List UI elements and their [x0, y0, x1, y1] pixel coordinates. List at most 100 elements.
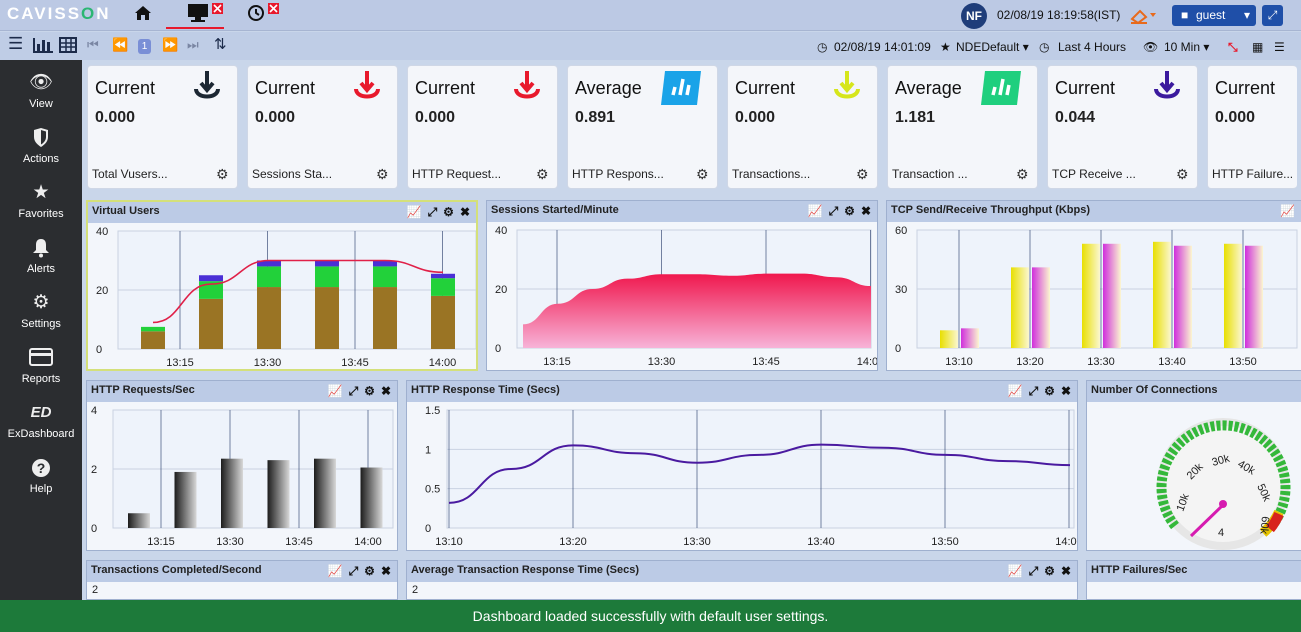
gear-icon[interactable]: ⚙ — [1044, 384, 1055, 398]
table-icon[interactable] — [59, 37, 77, 56]
kpi-card-sessions[interactable]: Current 0.000 Sessions Sta... ⚙ — [247, 65, 398, 189]
list-icon[interactable]: ☰ — [1274, 40, 1285, 54]
next-page-icon[interactable]: ⏩ — [162, 37, 178, 53]
panel-http-failures[interactable]: HTTP Failures/Sec — [1086, 560, 1301, 600]
gear-icon[interactable]: ⚙ — [1016, 166, 1029, 183]
gear-icon[interactable]: ⚙ — [364, 384, 375, 398]
panel-transactions-completed[interactable]: Transactions Completed/Second 📈 ⤢ ⚙ ✖ 2 — [86, 560, 398, 600]
bar-chart-icon[interactable] — [32, 37, 54, 56]
x-tick-label: 13:15 — [166, 357, 194, 369]
kpi-card-tcp-receive[interactable]: Current 0.044 TCP Receive ... ⚙ — [1047, 65, 1198, 189]
kpi-card-http-requests[interactable]: Current 0.000 HTTP Request... ⚙ — [407, 65, 558, 189]
user-menu-button[interactable]: ■ guest ▾ — [1172, 5, 1256, 26]
expand-icon[interactable]: ⤢ — [829, 204, 839, 218]
bar — [257, 287, 281, 349]
gear-icon[interactable]: ⚙ — [856, 166, 869, 183]
panel-tcp-throughput[interactable]: TCP Send/Receive Throughput (Kbps) 📈 0 30… — [886, 200, 1301, 371]
close-icon[interactable]: ✖ — [1061, 564, 1071, 578]
gear-icon[interactable]: ⚙ — [536, 166, 549, 183]
collapse-icon[interactable]: ⤡ — [1228, 40, 1238, 55]
interval-value: 10 Min — [1164, 40, 1201, 54]
panel-sessions-started[interactable]: Sessions Started/Minute 📈 ⤢ ⚙ ✖ 0 20 40 13:15 1… — [486, 200, 884, 371]
sort-icon[interactable]: ⇅ — [214, 35, 227, 53]
trend-icon[interactable]: 📈 — [808, 204, 823, 218]
trend-icon[interactable]: 📈 — [1008, 384, 1023, 398]
bar — [199, 275, 223, 282]
kpi-card-http-failures[interactable]: Current 0.000 HTTP Failure... — [1207, 65, 1297, 189]
bar — [431, 273, 455, 279]
last-page-icon[interactable]: ⏭ — [187, 37, 199, 53]
sidebar-item-help[interactable]: ? Help — [0, 445, 82, 500]
sidebar-item-settings[interactable]: ⚙ Settings — [0, 280, 82, 335]
panel-virtual-users[interactable]: Virtual Users 📈 ⤢ ⚙ ✖ 0 20 40 13:15 13:30 13:45 1… — [86, 200, 478, 371]
interval-select[interactable]: 10 Min ▾ — [1164, 40, 1209, 54]
y-tick-label: 0 — [425, 523, 431, 535]
kpi-card-transaction-response[interactable]: Average 1.181 Transaction ... ⚙ — [887, 65, 1038, 189]
expand-icon[interactable]: ⤢ — [349, 384, 359, 398]
kpi-card-transactions[interactable]: Current 0.000 Transactions... ⚙ — [727, 65, 878, 189]
expand-icon[interactable]: ⤢ — [349, 564, 359, 578]
history-tab[interactable] — [247, 2, 281, 29]
sidebar-item-actions[interactable]: Actions — [0, 115, 82, 170]
y-tick-label: 2 — [412, 584, 419, 596]
first-page-icon[interactable]: ⏮ — [87, 37, 99, 53]
theme-bucket-icon[interactable] — [1128, 5, 1158, 30]
bar — [141, 326, 165, 332]
gauge-value: 4 — [1218, 527, 1224, 539]
panel-http-requests[interactable]: HTTP Requests/Sec 📈 ⤢ ⚙ ✖ 0 2 4 13:15 13:30 13:4… — [86, 380, 398, 551]
gear-icon[interactable]: ⚙ — [1176, 166, 1189, 183]
kpi-card-total-vusers[interactable]: Current 0.000 Total Vusers... ⚙ — [87, 65, 238, 189]
chart-virtual-users: 0 20 40 13:15 13:30 13:45 14:00 — [88, 223, 477, 374]
chart-http-response: 0 0.5 1 1.5 13:10 13:20 13:30 13:40 13:50 14:00 — [407, 402, 1083, 555]
sidebar-item-favorites[interactable]: ★ Favorites — [0, 170, 82, 225]
ed-icon: ED — [30, 404, 52, 421]
panel-avg-transaction-response[interactable]: Average Transaction Response Time (Secs)… — [406, 560, 1078, 600]
profile-select[interactable]: NDEDefault ▾ — [956, 40, 1029, 54]
y-tick-label: 0 — [91, 523, 97, 535]
home-icon[interactable] — [133, 3, 153, 28]
kpi-card-http-response[interactable]: Average 0.891 HTTP Respons... ⚙ — [567, 65, 718, 189]
card-value: 0.000 — [415, 109, 456, 126]
panel-title: Average Transaction Response Time (Secs) — [411, 564, 640, 576]
close-icon[interactable]: ✖ — [381, 384, 391, 398]
trend-icon[interactable]: 📈 — [1280, 204, 1295, 218]
panel-header: HTTP Response Time (Secs) 📈 ⤢ ⚙ ✖ — [407, 381, 1077, 402]
sidebar-item-alerts[interactable]: Alerts — [0, 225, 82, 280]
bar — [961, 328, 979, 348]
expand-icon[interactable]: ⤢ — [428, 205, 438, 219]
gear-icon[interactable]: ⚙ — [443, 205, 454, 219]
sidebar-item-view[interactable]: 👁 View — [0, 60, 82, 115]
gear-icon[interactable]: ⚙ — [216, 166, 229, 183]
time-range[interactable]: Last 4 Hours — [1058, 40, 1126, 54]
trend-icon[interactable]: 📈 — [1008, 564, 1023, 578]
gear-icon[interactable]: ⚙ — [364, 564, 375, 578]
sidebar-item-exdashboard[interactable]: ED ExDashboard — [0, 390, 82, 445]
panel-connections[interactable]: Number Of Connections 10k 20k 30k 40k 50… — [1086, 380, 1301, 551]
close-icon[interactable]: ✖ — [1061, 384, 1071, 398]
trend-icon[interactable]: 📈 — [328, 564, 343, 578]
expand-icon[interactable]: ⤢ — [1029, 384, 1039, 398]
panel-title: TCP Send/Receive Throughput (Kbps) — [891, 204, 1091, 216]
bar — [128, 513, 150, 528]
close-icon[interactable]: ✖ — [861, 204, 871, 218]
trend-icon[interactable]: 📈 — [328, 384, 343, 398]
layout-icon[interactable]: ▦ — [1252, 40, 1263, 54]
close-icon[interactable]: ✖ — [460, 205, 470, 219]
gear-icon[interactable]: ⚙ — [376, 166, 389, 183]
close-icon[interactable]: ✖ — [381, 564, 391, 578]
fullscreen-button[interactable]: ⤢ — [1262, 5, 1283, 26]
panel-http-response[interactable]: HTTP Response Time (Secs) 📈 ⤢ ⚙ ✖ 0 0.5 1 1.5 1… — [406, 380, 1083, 551]
monitor-tab[interactable] — [166, 2, 224, 29]
user-avatar[interactable]: NF — [961, 3, 987, 29]
sidebar-item-reports[interactable]: Reports — [0, 335, 82, 390]
page-number[interactable]: 1 — [138, 39, 151, 54]
gear-icon[interactable]: ⚙ — [696, 166, 709, 183]
gear-icon[interactable]: ⚙ — [1044, 564, 1055, 578]
menu-icon[interactable]: ☰ — [8, 34, 23, 54]
prev-page-icon[interactable]: ⏪ — [112, 37, 128, 53]
gear-icon[interactable]: ⚙ — [844, 204, 855, 218]
trend-icon[interactable]: 📈 — [407, 205, 422, 219]
chart-http-requests: 0 2 4 13:15 13:30 13:45 14:00 — [87, 402, 397, 555]
panel-header: TCP Send/Receive Throughput (Kbps) 📈 — [887, 201, 1301, 222]
expand-icon[interactable]: ⤢ — [1029, 564, 1039, 578]
